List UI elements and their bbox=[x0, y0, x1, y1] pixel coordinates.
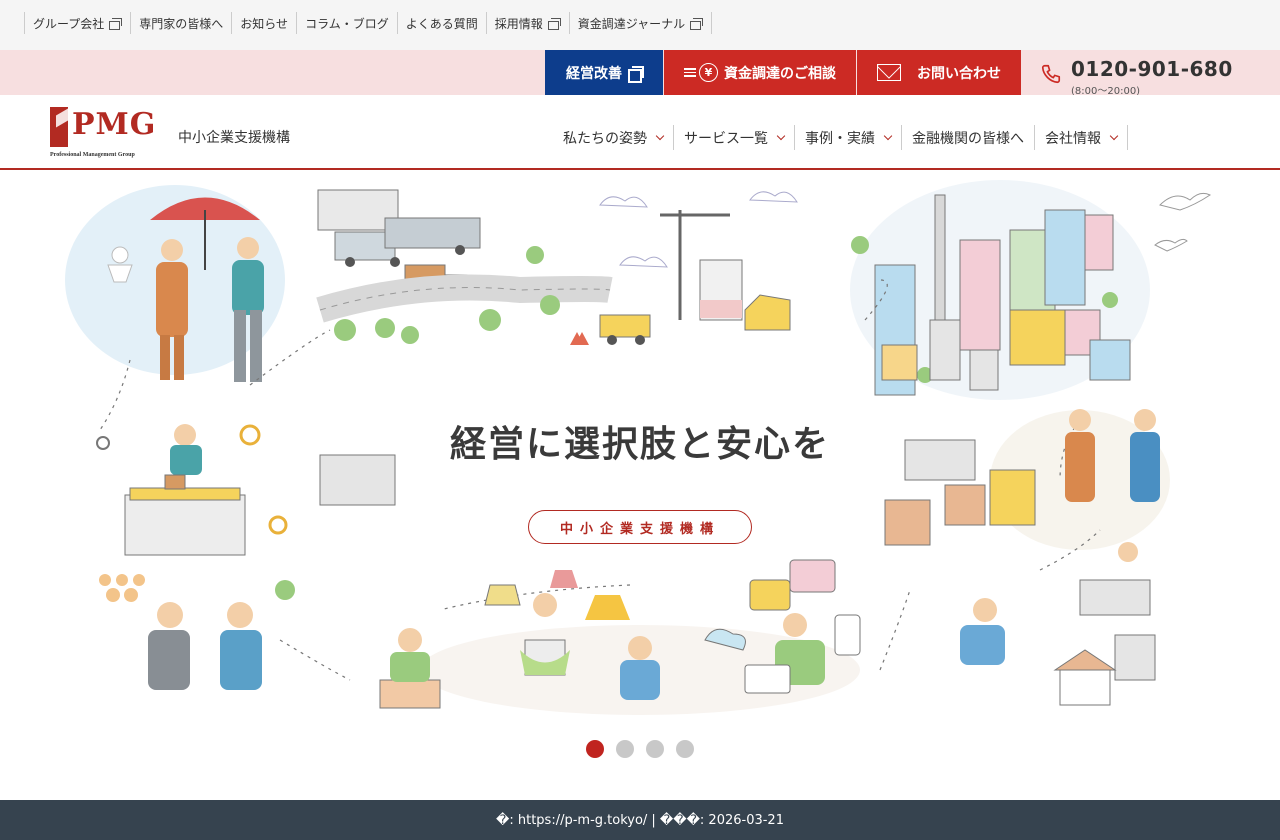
utility-link-recruit[interactable]: 採用情報 bbox=[485, 12, 569, 34]
yen-coin-icon: ¥ bbox=[699, 63, 718, 82]
utility-link-column[interactable]: コラム・ブログ bbox=[296, 12, 397, 34]
nav-item-label: 事例・実績 bbox=[805, 130, 875, 147]
slider-dots bbox=[586, 740, 694, 758]
nav-item-company[interactable]: 会社情報 bbox=[1035, 125, 1128, 150]
logo-subtitle: Professional Management Group bbox=[50, 152, 135, 158]
nav-item-label: 私たちの姿勢 bbox=[563, 130, 647, 147]
utility-link-experts[interactable]: 専門家の皆様へ bbox=[130, 12, 231, 34]
external-link-icon bbox=[547, 17, 561, 30]
utility-link-label: 専門家の皆様へ bbox=[139, 16, 224, 31]
hero-badge: 中小企業支援機構 bbox=[528, 510, 752, 544]
utility-link-group-companies[interactable]: グループ会社 bbox=[24, 12, 130, 34]
main-nav: 私たちの姿勢 サービス一覧 事例・実績 金融機関の皆様へ 会社情報 bbox=[553, 125, 1128, 150]
external-window-icon bbox=[628, 65, 644, 83]
funding-consultation-label: 資金調達のご相談 bbox=[724, 65, 836, 82]
slider-dot-4[interactable] bbox=[676, 740, 694, 758]
nav-item-label: サービス一覧 bbox=[684, 130, 768, 147]
hero-slider: 経営に選択肢と安心を 中小企業支援機構 bbox=[0, 170, 1280, 730]
business-improvement-button[interactable]: 経営改善 bbox=[545, 50, 663, 95]
utility-link-label: 資金調達ジャーナル bbox=[577, 16, 686, 31]
business-improvement-label: 経営改善 bbox=[566, 65, 622, 82]
nav-item-cases[interactable]: 事例・実績 bbox=[795, 125, 902, 150]
chevron-down-icon bbox=[1109, 131, 1119, 141]
chevron-down-icon bbox=[655, 131, 665, 141]
utility-bar: グループ会社 専門家の皆様へ お知らせ コラム・ブログ よくある質問 採用情報 … bbox=[0, 0, 1280, 50]
utility-link-news[interactable]: お知らせ bbox=[231, 12, 296, 34]
phone-number: 0120-901-680 bbox=[1071, 57, 1233, 81]
external-link-icon bbox=[690, 17, 704, 30]
nav-item-label: 金融機関の皆様へ bbox=[912, 130, 1024, 147]
contact-label: お問い合わせ bbox=[917, 65, 1001, 82]
cta-bar: 経営改善 ¥ 資金調達のご相談 お問い合わせ 0120-901-680 (8:0… bbox=[0, 50, 1280, 97]
org-name: 中小企業支援機構 bbox=[178, 130, 290, 146]
slider-dot-2[interactable] bbox=[616, 740, 634, 758]
phone-contact[interactable]: 0120-901-680 (8:00〜20:00) bbox=[1040, 55, 1240, 97]
page-info-bar: �: https://p-m-g.tokyo/ | ���: 2026-03-2… bbox=[0, 800, 1280, 840]
nav-item-services[interactable]: サービス一覧 bbox=[674, 125, 795, 150]
nav-item-financial-institutions[interactable]: 金融機関の皆様へ bbox=[902, 125, 1035, 150]
utility-link-label: 採用情報 bbox=[494, 16, 543, 31]
utility-link-label: よくある質問 bbox=[405, 16, 478, 31]
contact-button[interactable]: お問い合わせ bbox=[857, 50, 1021, 95]
slider-dot-1[interactable] bbox=[586, 740, 604, 758]
chevron-down-icon bbox=[883, 131, 893, 141]
utility-link-journal[interactable]: 資金調達ジャーナル bbox=[568, 12, 713, 34]
utility-link-label: お知らせ bbox=[240, 16, 289, 31]
pmg-logo[interactable]: PMG Professional Management Group bbox=[50, 107, 170, 159]
utility-link-faq[interactable]: よくある質問 bbox=[396, 12, 486, 34]
chevron-down-icon bbox=[776, 131, 786, 141]
speed-lines-icon bbox=[684, 66, 696, 79]
hero-title: 経営に選択肢と安心を bbox=[449, 424, 830, 465]
utility-link-label: グループ会社 bbox=[33, 16, 105, 31]
logo-mark-icon bbox=[50, 107, 68, 147]
page-info-text: �: https://p-m-g.tokyo/ | ���: 2026-03-2… bbox=[496, 812, 784, 828]
external-link-icon bbox=[109, 17, 123, 30]
site-header: PMG Professional Management Group 中小企業支援… bbox=[0, 95, 1280, 170]
utility-link-label: コラム・ブログ bbox=[305, 16, 389, 31]
slider-dot-3[interactable] bbox=[646, 740, 664, 758]
utility-nav: グループ会社 専門家の皆様へ お知らせ コラム・ブログ よくある質問 採用情報 … bbox=[24, 12, 713, 34]
mail-icon bbox=[877, 64, 901, 81]
nav-item-label: 会社情報 bbox=[1045, 130, 1101, 147]
funding-consultation-button[interactable]: ¥ 資金調達のご相談 bbox=[664, 50, 856, 95]
phone-icon bbox=[1041, 64, 1061, 84]
nav-item-philosophy[interactable]: 私たちの姿勢 bbox=[553, 125, 674, 150]
logo-text: PMG bbox=[72, 107, 157, 142]
